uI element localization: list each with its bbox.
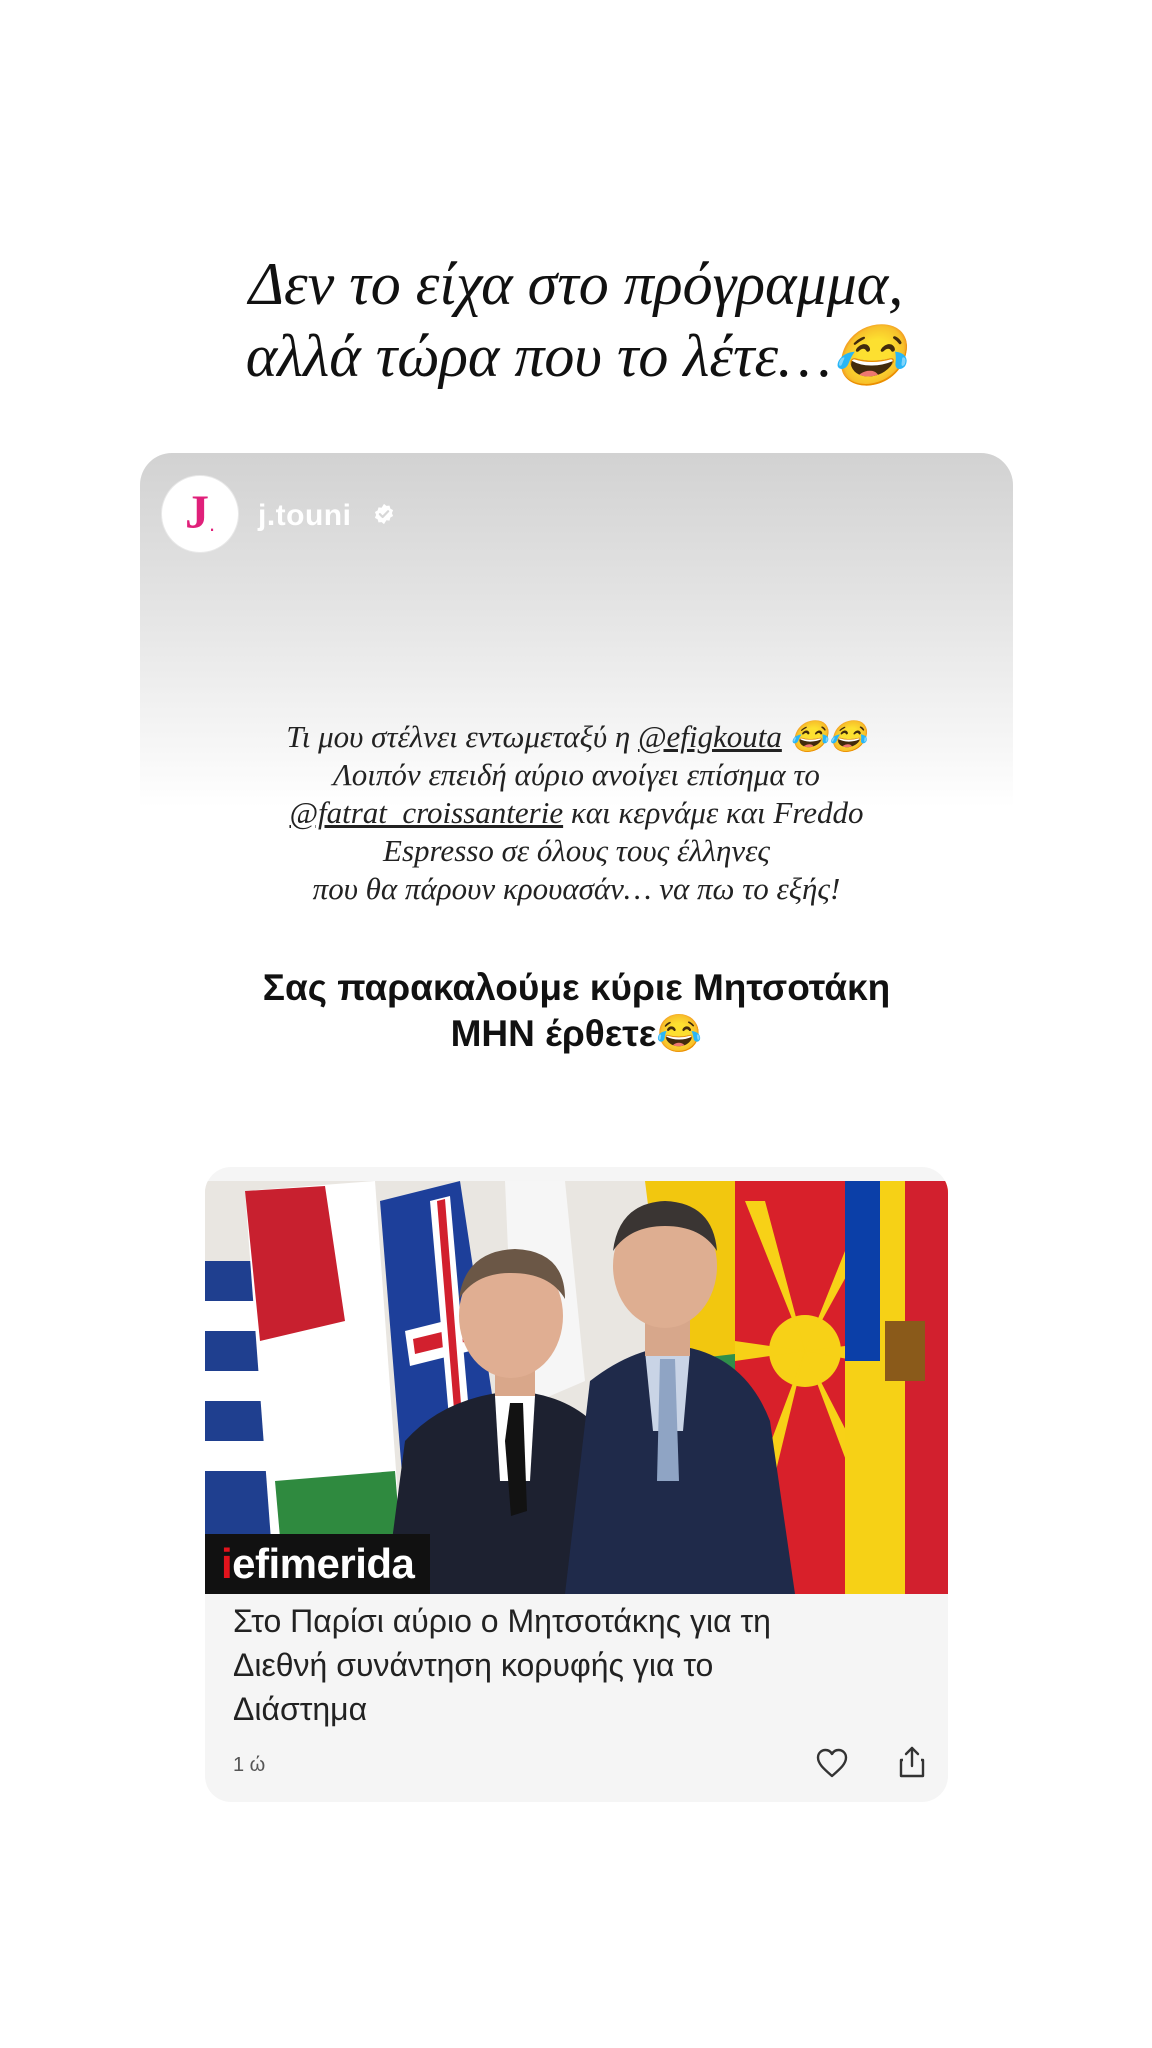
story-text-line-5: που θα πάρουν κρουασάν… να πω το εξής! <box>312 871 841 906</box>
story-text-line-2: Λοιπόν επειδή αύριο ανοίγει επίσημα το <box>333 757 820 792</box>
news-photo[interactable]: i efimerida <box>205 1181 948 1594</box>
flags-and-leaders-illustration <box>205 1181 948 1594</box>
caption-line-1: Δεν το είχα στο πρόγραμμα, <box>248 251 904 317</box>
share-icon[interactable] <box>897 1745 927 1779</box>
story-text-line-1: Τι μου στέλνει εντωμεταξύ η @efigkouta 😂… <box>140 718 1013 756</box>
flag-moldova-shape <box>845 1181 948 1594</box>
verified-badge-icon <box>374 503 394 525</box>
news-title-line-3: Διάστημα <box>233 1691 368 1727</box>
news-title[interactable]: Στο Παρίσι αύριο ο Μητσοτάκης για τη Διε… <box>233 1599 923 1731</box>
story-text: Τι μου στέλνει εντωμεταξύ η @efigkouta 😂… <box>140 718 1013 908</box>
avatar[interactable]: J. <box>162 476 238 552</box>
headline-line-1: Σας παρακαλούμε κύριε Μητσοτάκη <box>262 967 891 1008</box>
story-text-fragment: Τι μου στέλνει εντωμεταξύ η <box>286 719 638 754</box>
mention-link[interactable]: @efigkouta <box>638 719 782 754</box>
mention-link[interactable]: @fatrat_croissanterie <box>289 795 563 830</box>
news-title-line-2: Διεθνή συνάντηση κορυφής για το <box>233 1647 714 1683</box>
news-title-line-1: Στο Παρίσι αύριο ο Μητσοτάκης για τη <box>233 1603 771 1639</box>
story-caption: Δεν το είχα στο πρόγραμμα, αλλά τώρα που… <box>0 248 1152 392</box>
caption-line-2: αλλά τώρα που το λέτε…😂 <box>245 323 907 389</box>
story-text-line-3: @fatrat_croissanterie και κερνάμε και Fr… <box>140 794 1013 832</box>
avatar-logo-letter: J <box>184 485 209 539</box>
avatar-logo-dot: . <box>208 511 216 536</box>
heart-icon[interactable] <box>815 1747 849 1779</box>
source-logo-badge: i efimerida <box>205 1534 431 1594</box>
story-text-fragment: 😂😂 <box>781 719 867 754</box>
source-logo-accent: i <box>221 1540 233 1587</box>
story-text-line-4: Espresso σε όλους τους έλληνες <box>383 833 770 868</box>
news-timestamp: 1 ώ <box>233 1754 266 1776</box>
headline-line-2: ΜΗΝ έρθετε😂 <box>450 1013 703 1054</box>
username[interactable]: j.touni <box>258 499 351 533</box>
source-logo-text: efimerida <box>232 1540 415 1587</box>
story-headline: Σας παρακαλούμε κύριε Μητσοτάκη ΜΗΝ έρθε… <box>140 965 1013 1057</box>
news-card[interactable]: i efimerida Στο Παρίσι αύριο ο Μητσοτάκης… <box>205 1167 948 1802</box>
story-text-fragment: και κερνάμε και Freddo <box>563 795 864 830</box>
